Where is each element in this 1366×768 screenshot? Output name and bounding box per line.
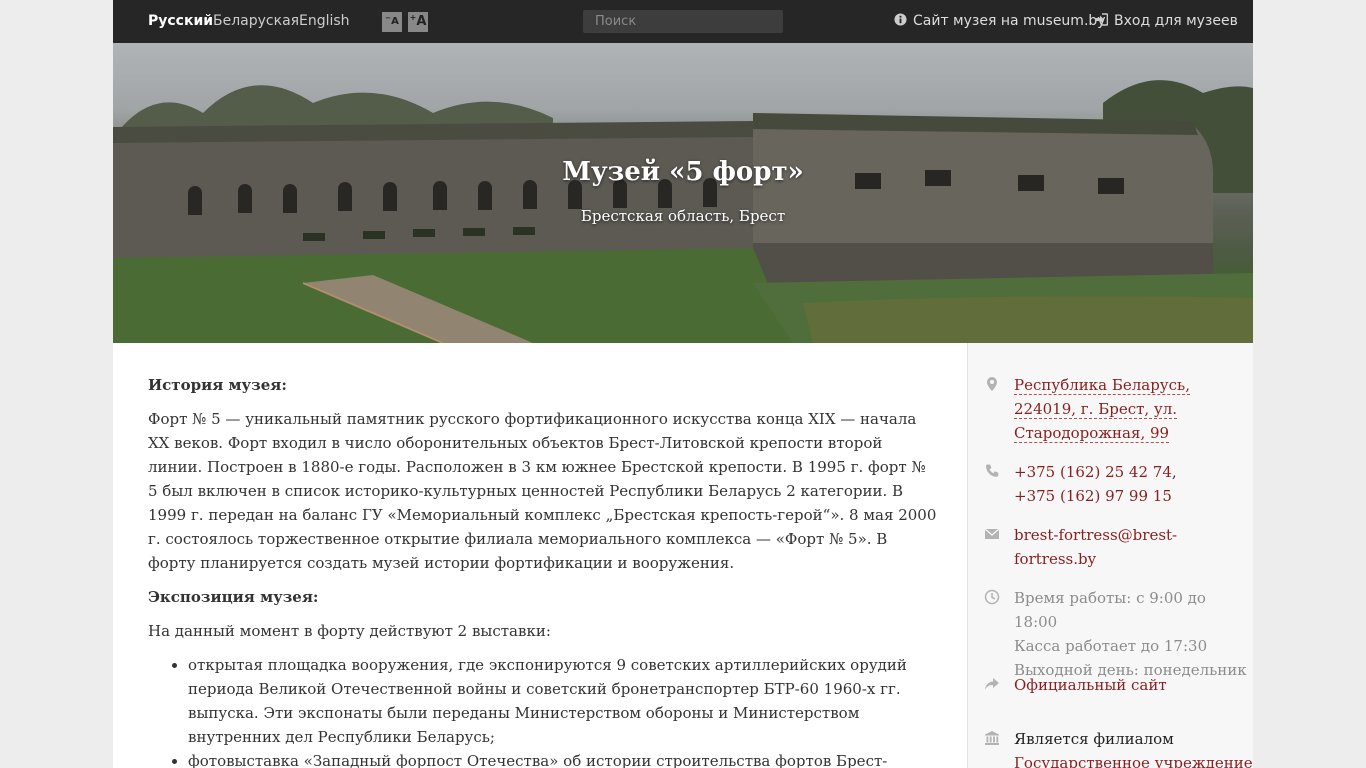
museum-login-link[interactable]: Вход для музеев: [1094, 13, 1238, 29]
map-pin-icon: [987, 377, 997, 391]
font-smaller-button[interactable]: −A: [382, 12, 402, 32]
museum-location: Брестская область, Брест: [580, 207, 786, 225]
font-smaller-label: A: [391, 16, 399, 27]
lang-belarusian[interactable]: Беларуская: [213, 13, 299, 29]
history-heading: История музея:: [148, 376, 287, 394]
hours-line: Касса работает до 17:30: [1014, 637, 1208, 655]
hero-overlay: [113, 43, 1253, 343]
official-site-link[interactable]: Официальный сайт: [1014, 676, 1167, 694]
font-larger-button[interactable]: +A: [408, 12, 428, 32]
phone-link-1[interactable]: +375 (162) 25 42 74: [1014, 463, 1172, 481]
hours-line: Время работы: с 9:00 до 18:00: [1014, 589, 1206, 631]
contact-sidebar: Республика Беларусь, 224019, г. Брест, у…: [967, 343, 1253, 768]
font-larger-label: A: [416, 14, 427, 29]
branch-block: Является филиалом Государственное учрежд…: [985, 727, 1253, 768]
opening-hours-block: Время работы: с 9:00 до 18:00 Касса рабо…: [984, 586, 1249, 682]
address-block: Республика Беларусь, 224019, г. Брест, у…: [987, 373, 1249, 445]
museum-site-label: Сайт музея на museum.by: [913, 13, 1106, 29]
list-item: открытая площадка вооружения, где экспон…: [188, 653, 938, 749]
page: Русский Беларуская English −A +A Сайт му…: [113, 0, 1253, 768]
official-site-block: Официальный сайт: [985, 673, 1249, 697]
exhibitions-list: открытая площадка вооружения, где экспон…: [188, 653, 938, 768]
phone-icon: [986, 464, 999, 477]
list-item: фотовыставка «Западный форпост Отечества…: [188, 749, 938, 768]
history-text: Форт № 5 — уникальный памятник русского …: [148, 410, 937, 572]
address-line: Стародорожная, 99: [1014, 424, 1170, 443]
address-line: Республика Беларусь,: [1014, 376, 1190, 395]
email-link[interactable]: brest-fortress@brest- fortress.by: [1014, 526, 1177, 568]
top-bar: Русский Беларуская English −A +A Сайт му…: [113, 0, 1253, 43]
sign-in-icon: [1095, 13, 1109, 26]
lang-english[interactable]: English: [299, 13, 350, 29]
hero-banner: Музей «5 форт» Брестская область, Брест: [113, 43, 1253, 343]
museum-login-label: Вход для музеев: [1114, 13, 1238, 29]
phone-link-2[interactable]: +375 (162) 97 99 15: [1014, 487, 1172, 505]
info-circle-icon: [894, 13, 907, 26]
branch-label: Является филиалом: [1014, 730, 1174, 748]
phone-block: +375 (162) 25 42 74, +375 (162) 97 99 15: [986, 460, 1249, 508]
institution-icon: [985, 731, 999, 745]
share-arrow-icon: [985, 678, 999, 690]
museum-site-link[interactable]: Сайт музея на museum.by: [894, 13, 1106, 29]
address-line: 224019, г. Брест, ул.: [1014, 400, 1178, 419]
branch-parent-link[interactable]: Государственное учреждение: [1014, 754, 1253, 768]
exposition-heading: Экспозиция музея:: [148, 588, 319, 606]
clock-icon: [984, 589, 1000, 605]
email-line: fortress.by: [1014, 550, 1097, 568]
address-link[interactable]: Республика Беларусь, 224019, г. Брест, у…: [1014, 376, 1190, 443]
email-line: brest-fortress@brest-: [1014, 526, 1178, 544]
email-block: brest-fortress@brest- fortress.by: [984, 523, 1249, 571]
exposition-intro: На данный момент в форту действуют 2 выс…: [148, 622, 551, 640]
museum-description: История музея: Форт № 5 — уникальный пам…: [148, 373, 938, 768]
envelope-icon: [984, 528, 1000, 539]
museum-title: Музей «5 форт»: [562, 157, 804, 187]
phone-separator: ,: [1171, 463, 1177, 481]
search-input[interactable]: [583, 10, 783, 33]
lang-russian[interactable]: Русский: [148, 13, 213, 29]
